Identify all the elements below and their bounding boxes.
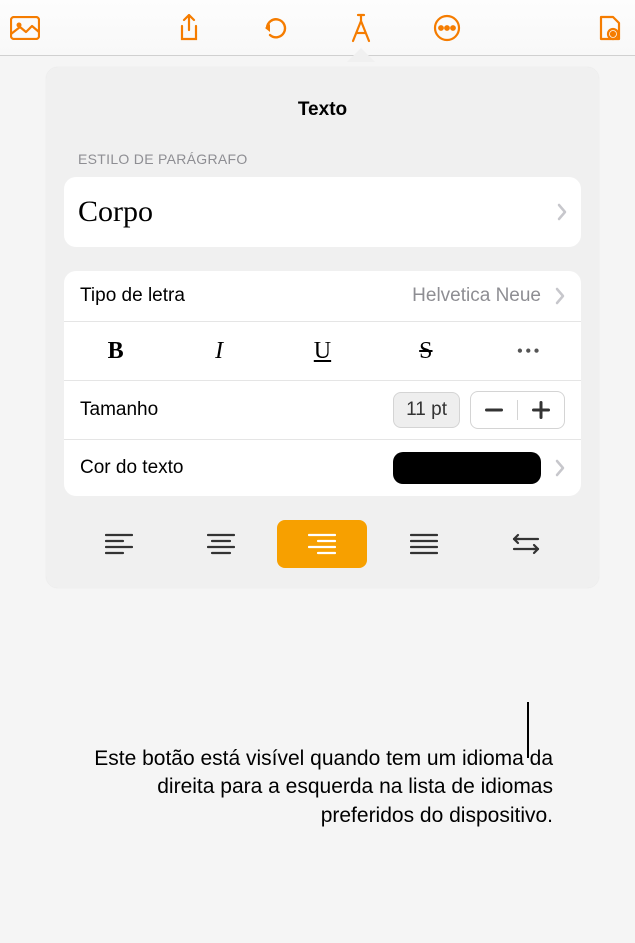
bold-button[interactable]: B — [86, 332, 146, 370]
top-toolbar — [0, 0, 635, 56]
align-center-button[interactable] — [176, 520, 266, 568]
size-increase-button[interactable] — [518, 392, 564, 428]
italic-button[interactable]: I — [189, 332, 249, 370]
underline-button[interactable]: U — [292, 332, 352, 370]
strikethrough-button[interactable]: S — [396, 332, 456, 370]
size-decrease-button[interactable] — [471, 392, 517, 428]
callout: Este botão está visível quando tem um id… — [0, 745, 635, 830]
chevron-right-icon — [555, 287, 565, 305]
align-right-button[interactable] — [277, 520, 367, 568]
undo-icon[interactable] — [258, 11, 292, 45]
font-type-value: Helvetica Neue — [412, 285, 541, 307]
text-color-label: Cor do texto — [80, 457, 184, 479]
text-direction-button[interactable] — [481, 520, 571, 568]
size-label: Tamanho — [80, 399, 158, 421]
text-color-row[interactable]: Cor do texto — [64, 440, 581, 496]
insert-icon[interactable] — [8, 11, 42, 45]
alignment-row — [64, 520, 581, 568]
font-type-row[interactable]: Tipo de letra Helvetica Neue — [64, 271, 581, 322]
size-row: Tamanho 11 pt — [64, 381, 581, 440]
chevron-right-icon — [557, 203, 567, 221]
paragraph-style-row[interactable]: Corpo — [64, 177, 581, 247]
size-value[interactable]: 11 pt — [393, 392, 460, 428]
align-justify-button[interactable] — [379, 520, 469, 568]
share-icon[interactable] — [172, 11, 206, 45]
paragraph-style-header: ESTILO DE PARÁGRAFO — [64, 151, 581, 167]
format-buttons-row: B I U S ••• — [64, 322, 581, 381]
text-color-swatch[interactable] — [393, 452, 541, 484]
format-popover: Texto ESTILO DE PARÁGRAFO Corpo Tipo de … — [46, 67, 599, 588]
more-format-button[interactable]: ••• — [499, 332, 559, 370]
paragraph-style-value: Corpo — [78, 195, 153, 229]
size-stepper — [470, 391, 565, 429]
chevron-right-icon — [555, 459, 565, 477]
more-icon[interactable] — [430, 11, 464, 45]
align-left-button[interactable] — [74, 520, 164, 568]
popover-title: Texto — [64, 99, 581, 121]
font-card: Tipo de letra Helvetica Neue B I U S •••… — [64, 271, 581, 496]
document-icon[interactable] — [593, 11, 627, 45]
font-type-label: Tipo de letra — [80, 285, 185, 307]
format-icon[interactable] — [344, 11, 378, 45]
callout-text: Este botão está visível quando tem um id… — [82, 745, 553, 830]
